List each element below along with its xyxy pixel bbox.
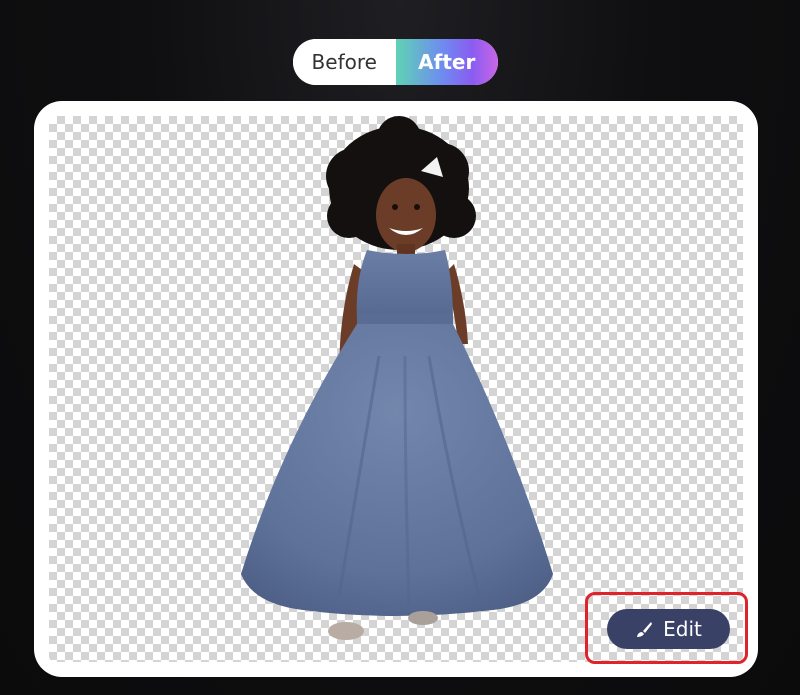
before-button[interactable]: Before bbox=[293, 39, 396, 85]
image-card bbox=[34, 101, 758, 677]
after-button[interactable]: After bbox=[395, 39, 498, 85]
before-after-toggle: Before After bbox=[293, 39, 498, 85]
edit-button[interactable]: Edit bbox=[607, 609, 730, 649]
page: Before After Edit bbox=[0, 0, 800, 695]
edit-label: Edit bbox=[663, 617, 702, 641]
transparent-canvas bbox=[49, 116, 743, 662]
subject-image bbox=[241, 116, 553, 640]
brush-icon bbox=[635, 620, 653, 638]
